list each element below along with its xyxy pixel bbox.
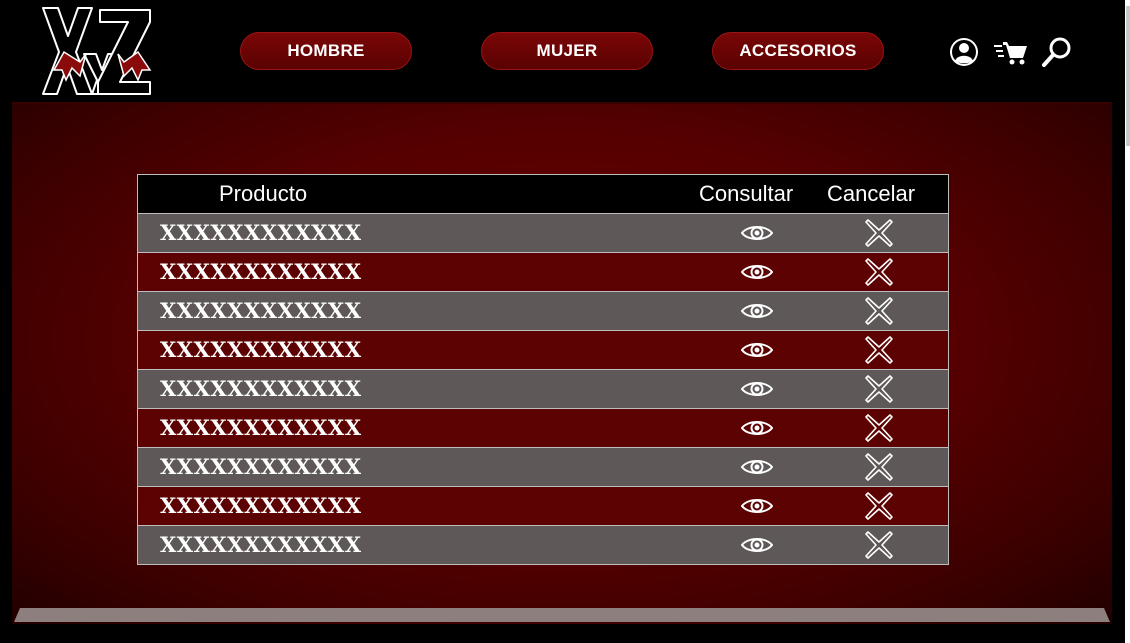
- view-eye-icon[interactable]: [740, 419, 774, 437]
- product-name: XXXXXXXXXXXX: [160, 415, 362, 440]
- table-row: XXXXXXXXXXXX: [138, 409, 948, 448]
- xyz-logo[interactable]: [40, 6, 152, 98]
- search-icon[interactable]: [1041, 36, 1073, 68]
- product-name: XXXXXXXXXXXX: [160, 259, 362, 284]
- column-header-consultar: Consultar: [699, 181, 794, 206]
- cancel-x-icon[interactable]: [864, 218, 894, 248]
- cancel-x-icon[interactable]: [864, 335, 894, 365]
- cancel-x-icon[interactable]: [864, 296, 894, 326]
- view-eye-icon[interactable]: [740, 341, 774, 359]
- view-eye-icon[interactable]: [740, 224, 774, 242]
- table-row: XXXXXXXXXXXX: [138, 214, 948, 253]
- product-name: XXXXXXXXXXXX: [160, 220, 362, 245]
- nav-mujer-button[interactable]: MUJER: [481, 32, 653, 70]
- view-eye-icon[interactable]: [740, 263, 774, 281]
- product-name: XXXXXXXXXXXX: [160, 337, 362, 362]
- table-row: XXXXXXXXXXXX: [138, 370, 948, 409]
- cancel-x-icon[interactable]: [864, 491, 894, 521]
- column-header-cancelar: Cancelar: [827, 181, 916, 206]
- product-name: XXXXXXXXXXXX: [160, 532, 362, 557]
- table-row: XXXXXXXXXXXX: [138, 487, 948, 526]
- table-row: XXXXXXXXXXXX: [138, 253, 948, 292]
- table-row: XXXXXXXXXXXX: [138, 292, 948, 331]
- site-header: HOMBRE MUJER ACCESORIOS: [0, 0, 1125, 102]
- orders-table: Producto Consultar Cancelar XXXXXXXXXXXX…: [137, 174, 949, 565]
- view-eye-icon[interactable]: [740, 536, 774, 554]
- column-header-producto: Producto: [219, 181, 308, 206]
- view-eye-icon[interactable]: [740, 497, 774, 515]
- table-body: XXXXXXXXXXXX XXXXXXXXXXXX XXXXXXXXXXXX XXXX…: [138, 214, 948, 564]
- product-name: XXXXXXXXXXXX: [160, 493, 362, 518]
- cancel-x-icon[interactable]: [864, 452, 894, 482]
- cancel-x-icon[interactable]: [864, 530, 894, 560]
- cancel-x-icon[interactable]: [864, 257, 894, 287]
- nav-hombre-button[interactable]: HOMBRE: [240, 32, 412, 70]
- shelf-divider: [14, 608, 1110, 622]
- nav-accesorios-button[interactable]: ACCESORIOS: [712, 32, 884, 70]
- cancel-x-icon[interactable]: [864, 374, 894, 404]
- cart-icon[interactable]: [994, 36, 1028, 68]
- product-name: XXXXXXXXXXXX: [160, 376, 362, 401]
- cancel-x-icon[interactable]: [864, 413, 894, 443]
- table-row: XXXXXXXXXXXX: [138, 526, 948, 564]
- product-name: XXXXXXXXXXXX: [160, 298, 362, 323]
- scrollbar-thumb[interactable]: [1126, 6, 1130, 146]
- user-icon[interactable]: [948, 36, 980, 68]
- table-row: XXXXXXXXXXXX: [138, 448, 948, 487]
- view-eye-icon[interactable]: [740, 302, 774, 320]
- product-name: XXXXXXXXXXXX: [160, 454, 362, 479]
- view-eye-icon[interactable]: [740, 380, 774, 398]
- view-eye-icon[interactable]: [740, 458, 774, 476]
- table-header: Producto Consultar Cancelar: [138, 175, 948, 214]
- scrollbar[interactable]: [1125, 0, 1130, 643]
- table-row: XXXXXXXXXXXX: [138, 331, 948, 370]
